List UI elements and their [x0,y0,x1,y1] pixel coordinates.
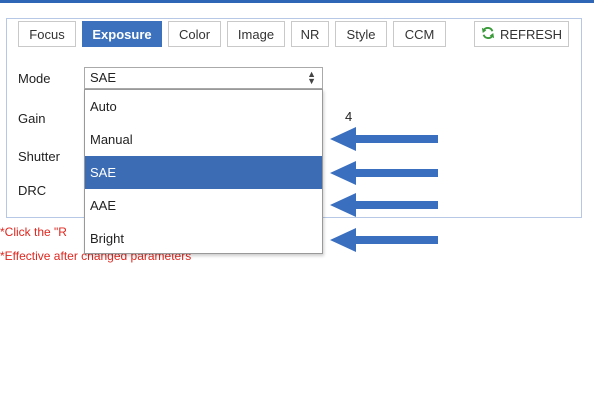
tab-ccm[interactable]: CCM [393,21,446,47]
option-aae[interactable]: AAE [85,189,322,222]
gain-value: 4 [345,109,353,124]
mode-select-value: SAE [90,70,117,85]
refresh-button[interactable]: REFRESH [474,21,569,47]
arrow-icon [330,228,438,252]
mode-label: Mode [18,71,51,86]
option-bright[interactable]: Bright [85,222,322,255]
drc-label: DRC [18,183,47,198]
arrow-icon [330,193,438,217]
option-sae[interactable]: SAE [85,156,322,189]
top-accent-line [0,0,594,3]
option-auto[interactable]: Auto [85,90,322,123]
tab-color[interactable]: Color [168,21,221,47]
tab-style[interactable]: Style [335,21,387,47]
tab-exposure[interactable]: Exposure [82,21,162,47]
arrow-icon [330,161,438,185]
mode-select[interactable]: SAE ▲ ▼ [84,67,323,89]
tab-image[interactable]: Image [227,21,285,47]
arrow-icon [330,127,438,151]
select-caret-icon: ▲ ▼ [307,69,316,86]
mode-dropdown-list: Auto Manual SAE AAE Bright [84,89,323,254]
tab-nr[interactable]: NR [291,21,329,47]
refresh-label: REFRESH [499,26,563,42]
click-note: *Click the "R [0,225,67,239]
tab-focus[interactable]: Focus [18,21,76,47]
option-manual[interactable]: Manual [85,123,322,156]
refresh-icon [481,26,495,43]
shutter-label: Shutter [18,149,60,164]
gain-label: Gain [18,111,46,126]
